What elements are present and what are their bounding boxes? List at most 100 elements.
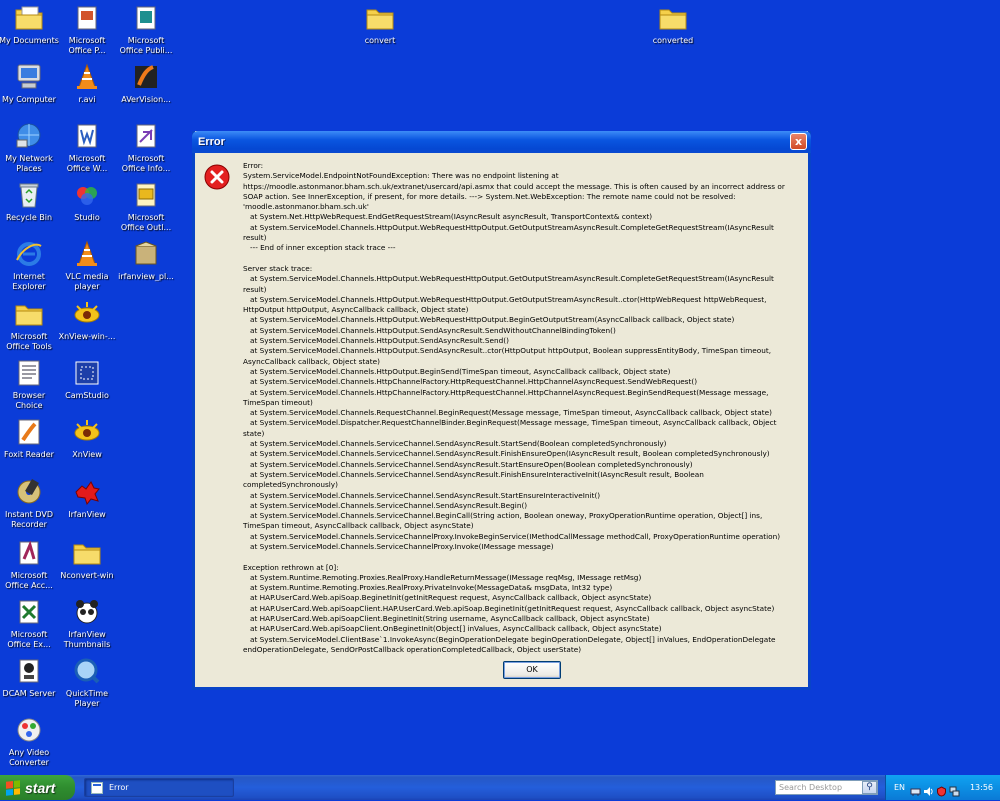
folder-icon bbox=[13, 298, 45, 330]
taskbar: start Error Search Desktop ⚲ EN 13:56 bbox=[0, 775, 1000, 800]
icon-label: irfanview_pl... bbox=[118, 272, 174, 281]
desktop-icon-irfanview-plugins[interactable]: irfanview_pl... bbox=[116, 238, 176, 282]
desktop-icon-browser-choice[interactable]: Browser Choice bbox=[0, 357, 59, 411]
installer-icon bbox=[130, 238, 162, 270]
icon-label: Microsoft Office Acc... bbox=[5, 571, 53, 590]
close-button[interactable]: x bbox=[790, 133, 807, 150]
desktop-icon-avervision[interactable]: AVerVision... bbox=[116, 61, 176, 105]
desktop-icon-quicktime-player[interactable]: QuickTime Player bbox=[57, 655, 117, 709]
icon-label: XnView-win-... bbox=[58, 332, 116, 341]
folder-icon bbox=[71, 537, 103, 569]
desktop-icon-converted[interactable]: converted bbox=[643, 2, 703, 46]
desktop-icon-xnview-win[interactable]: XnView-win-... bbox=[57, 298, 117, 342]
desktop-icon-irfanview[interactable]: IrfanView bbox=[57, 476, 117, 520]
desktop-icon-my-documents[interactable]: My Documents bbox=[0, 2, 59, 46]
desktop-icon-recycle-bin[interactable]: Recycle Bin bbox=[0, 179, 59, 223]
irfanview-icon bbox=[71, 476, 103, 508]
desktop-icon-r-avi[interactable]: r.avi bbox=[57, 61, 117, 105]
icon-label: QuickTime Player bbox=[65, 689, 109, 708]
icon-label: Instant DVD Recorder bbox=[4, 510, 54, 529]
clock: 13:56 bbox=[969, 783, 993, 792]
icon-label: Microsoft Office Info... bbox=[121, 154, 171, 173]
icon-label: My Documents bbox=[0, 36, 59, 45]
volume-icon[interactable] bbox=[923, 782, 934, 796]
icon-label: Microsoft Office Tools bbox=[6, 332, 52, 351]
network-connection-icon[interactable] bbox=[949, 782, 960, 797]
icon-label: Any Video Converter bbox=[8, 748, 50, 767]
desktop-icon-camstudio[interactable]: CamStudio bbox=[57, 357, 117, 401]
ok-button[interactable]: OK bbox=[503, 661, 561, 679]
icon-label: Studio bbox=[74, 213, 100, 222]
window-icon bbox=[91, 781, 103, 794]
desktop-icon-my-network-places[interactable]: My Network Places bbox=[0, 120, 59, 174]
icon-label: Microsoft Office Publi... bbox=[119, 36, 173, 55]
camstudio-icon bbox=[71, 357, 103, 389]
icon-label: convert bbox=[364, 36, 396, 45]
access-icon bbox=[13, 537, 45, 569]
desktop-icon-office-excel[interactable]: Microsoft Office Ex... bbox=[0, 596, 59, 650]
dvd-recorder-icon bbox=[13, 476, 45, 508]
desktop-icon-any-video-converter[interactable]: Any Video Converter bbox=[0, 714, 59, 768]
security-shield-icon[interactable] bbox=[936, 782, 947, 797]
desktop-icon-office-powerpoint[interactable]: Microsoft Office P... bbox=[57, 2, 117, 56]
icon-label: Microsoft Office Ex... bbox=[7, 630, 51, 649]
desktop-icon-my-computer[interactable]: My Computer bbox=[0, 61, 59, 105]
icon-label: XnView bbox=[72, 450, 102, 459]
icon-label: IrfanView Thumbnails bbox=[63, 630, 111, 649]
publisher-icon bbox=[130, 2, 162, 34]
desktop-icon-foxit-reader[interactable]: Foxit Reader bbox=[0, 416, 59, 460]
desktop-icon-office-outlook[interactable]: Microsoft Office Outl... bbox=[116, 179, 176, 233]
vlc-cone-icon bbox=[71, 238, 103, 270]
powerpoint-icon bbox=[71, 2, 103, 34]
icon-label: Browser Choice bbox=[12, 391, 46, 410]
start-label: start bbox=[25, 779, 56, 796]
panda-icon bbox=[71, 596, 103, 628]
desktop-icon-internet-explorer[interactable]: Internet Explorer bbox=[0, 238, 59, 292]
folder-icon bbox=[13, 2, 45, 34]
desktop-icon-office-access[interactable]: Microsoft Office Acc... bbox=[0, 537, 59, 591]
search-icon[interactable]: ⚲ bbox=[862, 781, 877, 794]
taskbar-item-label: Error bbox=[109, 783, 129, 792]
quicktime-icon bbox=[71, 655, 103, 687]
desktop-icon-office-word[interactable]: Microsoft Office W... bbox=[57, 120, 117, 174]
icon-label: My Computer bbox=[2, 95, 56, 104]
recycle-bin-icon bbox=[13, 179, 45, 211]
infopath-icon bbox=[130, 120, 162, 152]
vlc-cone-icon bbox=[71, 61, 103, 93]
safely-remove-hardware-icon[interactable] bbox=[910, 782, 921, 796]
desktop-icon-office-tools[interactable]: Microsoft Office Tools bbox=[0, 298, 59, 352]
icon-label: AVerVision... bbox=[121, 95, 171, 104]
foxit-reader-icon bbox=[13, 416, 45, 448]
language-indicator[interactable]: EN bbox=[894, 783, 905, 792]
desktop-icon-vlc-media-player[interactable]: VLC media player bbox=[57, 238, 117, 292]
icon-label: converted bbox=[652, 36, 694, 45]
desktop-icon-office-publisher[interactable]: Microsoft Office Publi... bbox=[116, 2, 176, 56]
avervision-icon bbox=[130, 61, 162, 93]
desktop-icon-studio[interactable]: Studio bbox=[57, 179, 117, 223]
folder-icon bbox=[657, 2, 689, 34]
network-icon bbox=[13, 120, 45, 152]
icon-label: IrfanView bbox=[68, 510, 106, 519]
desktop-icon-dcam-server[interactable]: DCAM Server bbox=[0, 655, 59, 699]
taskbar-item-error[interactable]: Error bbox=[84, 778, 234, 797]
desktop-icon-office-infopath[interactable]: Microsoft Office Info... bbox=[116, 120, 176, 174]
icon-label: r.avi bbox=[78, 95, 96, 104]
dialog-titlebar[interactable]: Error x bbox=[192, 131, 811, 153]
folder-icon bbox=[364, 2, 396, 34]
windows-logo-icon bbox=[6, 779, 20, 796]
computer-icon bbox=[13, 61, 45, 93]
internet-explorer-icon bbox=[13, 238, 45, 270]
xnview-icon bbox=[71, 298, 103, 330]
desktop-icon-convert[interactable]: convert bbox=[350, 2, 410, 46]
desktop-icon-irfanview-thumbnails[interactable]: IrfanView Thumbnails bbox=[57, 596, 117, 650]
excel-icon bbox=[13, 596, 45, 628]
xnview-icon bbox=[71, 416, 103, 448]
error-icon bbox=[204, 164, 230, 190]
start-button[interactable]: start bbox=[0, 775, 75, 800]
video-converter-icon bbox=[13, 714, 45, 746]
desktop-icon-nconvert-win[interactable]: Nconvert-win bbox=[57, 537, 117, 581]
desktop-icon-instant-dvd-recorder[interactable]: Instant DVD Recorder bbox=[0, 476, 59, 530]
dcam-server-icon bbox=[13, 655, 45, 687]
icon-label: My Network Places bbox=[5, 154, 53, 173]
desktop-icon-xnview[interactable]: XnView bbox=[57, 416, 117, 460]
